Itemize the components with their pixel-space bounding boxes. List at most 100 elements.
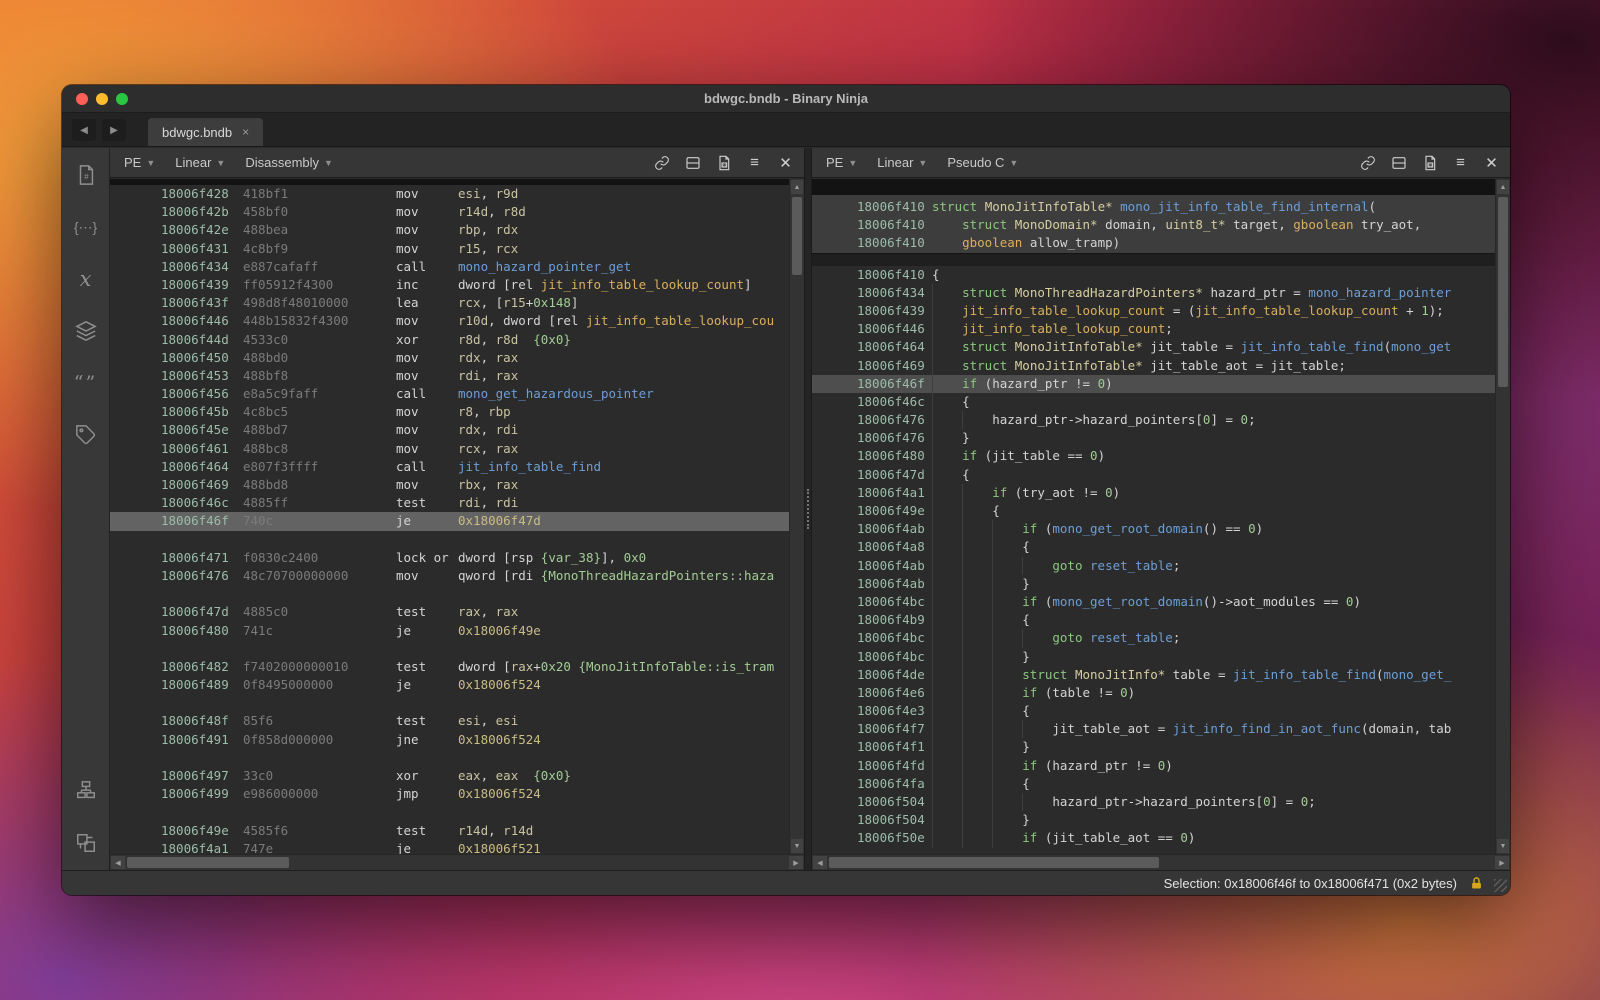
disasm-row[interactable]: 18006f45e488bd7movrdx, rdi	[110, 421, 804, 439]
pseudo-c-row[interactable]: 18006f469struct MonoJitInfoTable* jit_ta…	[812, 357, 1510, 375]
pseudo-c-row[interactable]: 18006f446jit_info_table_lookup_count;	[812, 320, 1510, 338]
memory-map-swap-icon[interactable]	[73, 830, 99, 856]
pseudo-c-vscrollbar[interactable]: ▲ ▼	[1495, 179, 1510, 854]
pseudo-c-row[interactable]: 18006f410 struct MonoDomain* domain, uin…	[812, 216, 1510, 234]
disasm-row[interactable]: 18006f42e488beamovrbp, rdx	[110, 221, 804, 239]
link-icon[interactable]	[1359, 154, 1376, 171]
disasm-row[interactable]: 18006f482f7402000000010testdword [rax+0x…	[110, 658, 804, 676]
pseudo-c-row[interactable]: 18006f4f7jit_table_aot = jit_info_find_i…	[812, 720, 1510, 738]
pseudo-c-row[interactable]: 18006f476hazard_ptr->hazard_pointers[0] …	[812, 411, 1510, 429]
view-menu[interactable]: Disassembly▼	[245, 155, 333, 170]
pseudo-c-row[interactable]: 18006f504hazard_ptr->hazard_pointers[0] …	[812, 793, 1510, 811]
resize-grip[interactable]	[1494, 879, 1507, 892]
symbols-doc-hash-icon[interactable]: #	[73, 162, 99, 188]
tab-bdwgc[interactable]: bdwgc.bndb ×	[148, 118, 263, 146]
forward-button[interactable]: ▶	[102, 119, 126, 141]
disasm-row[interactable]: 18006f434e887cafaffcallmono_hazard_point…	[110, 258, 804, 276]
lock-icon[interactable]	[1469, 876, 1484, 891]
scroll-left-icon[interactable]: ◀	[111, 856, 125, 869]
disasm-row[interactable]: 18006f456e8a5c9faffcallmono_get_hazardou…	[110, 385, 804, 403]
scroll-up-icon[interactable]: ▲	[1497, 180, 1509, 194]
pseudo-c-row[interactable]: 18006f4f1}	[812, 738, 1510, 756]
pseudo-c-row[interactable]: 18006f4fdif (hazard_ptr != 0)	[812, 757, 1510, 775]
back-button[interactable]: ◀	[72, 119, 96, 141]
disasm-row[interactable]	[110, 803, 804, 821]
tab-close-icon[interactable]: ×	[242, 125, 249, 139]
scroll-down-icon[interactable]: ▼	[1497, 839, 1509, 853]
disasm-row[interactable]: 18006f480741cje0x18006f49e	[110, 622, 804, 640]
disasm-row[interactable]: 18006f4910f858d000000jne0x18006f524	[110, 731, 804, 749]
disasm-row[interactable]: 18006f471f0830c2400lock ordword [rsp {va…	[110, 549, 804, 567]
disasm-row[interactable]: 18006f4890f8495000000je0x18006f524	[110, 676, 804, 694]
disasm-row[interactable]: 18006f461488bc8movrcx, rax	[110, 440, 804, 458]
pseudo-c-row[interactable]: 18006f504}	[812, 811, 1510, 829]
pseudo-c-row[interactable]: 18006f4e3{	[812, 702, 1510, 720]
splitter-handle[interactable]	[807, 489, 810, 529]
disasm-row[interactable]: 18006f48f85f6testesi, esi	[110, 712, 804, 730]
disasm-row[interactable]: 18006f469488bd8movrbx, rax	[110, 476, 804, 494]
pseudo-c-row[interactable]: 18006f49e{	[812, 502, 1510, 520]
link-icon[interactable]	[653, 154, 670, 171]
layout-menu[interactable]: Linear▼	[877, 155, 927, 170]
disasm-row[interactable]: 18006f4314c8bf9movr15, rcx	[110, 240, 804, 258]
pane-splitter[interactable]	[804, 148, 812, 870]
pseudo-c-row[interactable]: 18006f46c{	[812, 393, 1510, 411]
pseudo-c-row[interactable]: 18006f4b9{	[812, 611, 1510, 629]
disasm-row[interactable]: 18006f43f498d8f48010000learcx, [r15+0x14…	[110, 294, 804, 312]
close-pane-icon[interactable]: ✕	[1483, 154, 1500, 171]
disasm-row[interactable]: 18006f464e807f3ffffcalljit_info_table_fi…	[110, 458, 804, 476]
variables-x-icon[interactable]: x	[73, 266, 99, 292]
disassembly-vscrollbar[interactable]: ▲ ▼	[789, 179, 804, 854]
disasm-row[interactable]: 18006f428418bf1movesi, r9d	[110, 185, 804, 203]
pseudo-c-row[interactable]: 18006f4abif (mono_get_root_domain() == 0…	[812, 520, 1510, 538]
disasm-row[interactable]: 18006f499e986000000jmp0x18006f524	[110, 785, 804, 803]
split-view-icon[interactable]	[1390, 154, 1407, 171]
binary-doc-icon[interactable]: 01	[715, 154, 732, 171]
pseudo-c-hscrollbar[interactable]: ◀ ▶	[812, 854, 1510, 870]
binary-doc-icon[interactable]: 01	[1421, 154, 1438, 171]
pseudo-c-row[interactable]: 18006f4ab}	[812, 575, 1510, 593]
pseudo-c-row[interactable]: 18006f410 gboolean allow_tramp)	[812, 234, 1510, 252]
filetype-menu[interactable]: PE▼	[124, 155, 155, 170]
pseudo-c-row[interactable]: 18006f4bcif (mono_get_root_domain()->aot…	[812, 593, 1510, 611]
mini-graph-icon[interactable]	[73, 778, 99, 804]
scroll-right-icon[interactable]: ▶	[1495, 856, 1509, 869]
tags-tag-icon[interactable]	[73, 422, 99, 448]
pseudo-c-row[interactable]: 18006f4e6if (table != 0)	[812, 684, 1510, 702]
pseudo-c-row[interactable]: 18006f434struct MonoThreadHazardPointers…	[812, 284, 1510, 302]
close-pane-icon[interactable]: ✕	[777, 154, 794, 171]
disasm-row[interactable]: 18006f44d4533c0xorr8d, r8d {0x0}	[110, 331, 804, 349]
pseudo-c-row[interactable]: 18006f4bc}	[812, 648, 1510, 666]
disasm-row[interactable]: 18006f45b4c8bc5movr8, rbp	[110, 403, 804, 421]
types-braces-icon[interactable]: {⋯}	[73, 214, 99, 240]
pseudo-c-row[interactable]: 18006f47d{	[812, 466, 1510, 484]
view-menu[interactable]: Pseudo C▼	[947, 155, 1018, 170]
pseudo-c-row[interactable]: 18006f4abgoto reset_table;	[812, 557, 1510, 575]
pseudo-c-row[interactable]: 18006f46fif (hazard_ptr != 0)	[812, 375, 1510, 393]
disasm-row[interactable]: 18006f446448b15832f4300movr10d, dword [r…	[110, 312, 804, 330]
pseudo-c-row[interactable]: 18006f410struct MonoJitInfoTable* mono_j…	[812, 198, 1510, 216]
scroll-right-icon[interactable]: ▶	[789, 856, 803, 869]
filetype-menu[interactable]: PE▼	[826, 155, 857, 170]
menu-icon[interactable]: ≡	[1452, 154, 1469, 171]
disasm-row[interactable]: 18006f42b458bf0movr14d, r8d	[110, 203, 804, 221]
disasm-row[interactable]: 18006f46f740cje0x18006f47d	[110, 512, 804, 530]
disasm-row[interactable]	[110, 694, 804, 712]
pseudo-c-row[interactable]: 18006f480if (jit_table == 0)	[812, 447, 1510, 465]
pseudo-c-row[interactable]: 18006f476}	[812, 429, 1510, 447]
pseudo-c-row[interactable]: 18006f4fa{	[812, 775, 1510, 793]
disasm-row[interactable]	[110, 640, 804, 658]
disasm-row[interactable]: 18006f439ff05912f4300incdword [rel jit_i…	[110, 276, 804, 294]
scroll-down-icon[interactable]: ▼	[791, 839, 803, 853]
pseudo-c-row[interactable]: 18006f4bcgoto reset_table;	[812, 629, 1510, 647]
disasm-row[interactable]: 18006f49733c0xoreax, eax {0x0}	[110, 767, 804, 785]
disasm-row[interactable]	[110, 531, 804, 549]
split-view-icon[interactable]	[684, 154, 701, 171]
scroll-left-icon[interactable]: ◀	[813, 856, 827, 869]
disasm-row[interactable]	[110, 585, 804, 603]
pseudo-c-row[interactable]: 18006f464struct MonoJitInfoTable* jit_ta…	[812, 338, 1510, 356]
strings-quotes-icon[interactable]: “”	[73, 370, 99, 396]
pseudo-c-row[interactable]: 18006f4a8{	[812, 538, 1510, 556]
stack-layers-icon[interactable]	[73, 318, 99, 344]
disassembly-hscrollbar[interactable]: ◀ ▶	[110, 854, 804, 870]
